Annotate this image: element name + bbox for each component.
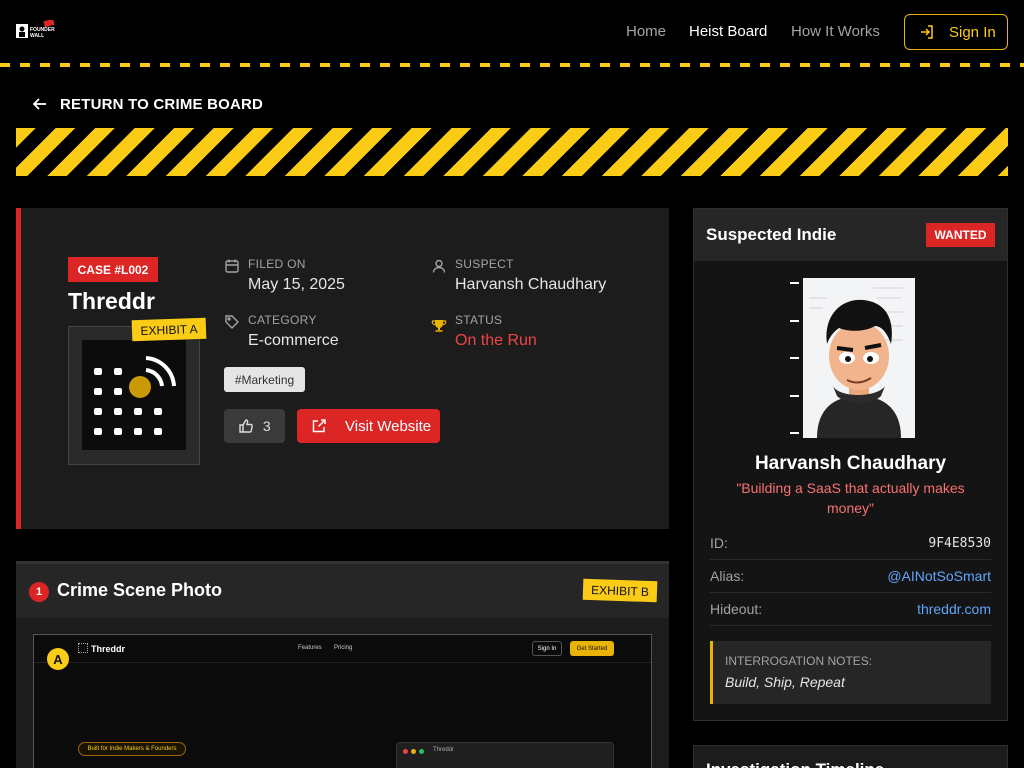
- tag-icon: [225, 315, 239, 329]
- sign-in-button[interactable]: Sign In: [904, 14, 1008, 50]
- status-label: STATUS: [455, 313, 503, 327]
- preview-window-close-dot: [403, 749, 408, 754]
- case-title: Threddr: [68, 288, 155, 314]
- section-number-badge: 1: [29, 582, 49, 602]
- visit-website-label: Visit Website: [345, 417, 432, 435]
- height-chart-tick: [790, 282, 799, 284]
- preview-pill: Built for Indie Makers & Founders: [78, 742, 186, 756]
- preview-brand: Threddr: [91, 644, 126, 654]
- calendar-icon: [225, 259, 239, 273]
- arrow-left-icon: [32, 98, 46, 110]
- nav-heist-board[interactable]: Heist Board: [689, 23, 767, 40]
- suspect-card-title: Suspected Indie: [706, 225, 837, 244]
- preview-window-title: Threddr: [433, 747, 455, 753]
- hideout-label: Hideout:: [710, 601, 763, 617]
- sign-in-label: Sign In: [949, 23, 996, 41]
- caution-tape-banner: [16, 128, 1008, 176]
- notes-label: INTERROGATION NOTES:: [725, 654, 873, 668]
- timeline-title: Investigation Timeline: [706, 760, 884, 768]
- suspect-avatar: [803, 278, 915, 438]
- preview-get-started: Get Started: [570, 641, 614, 656]
- interrogation-notes: INTERROGATION NOTES: Build, Ship, Repeat: [710, 641, 991, 704]
- case-number-badge: CASE #L002: [68, 257, 158, 282]
- exhibit-a-tag: EXHIBIT A: [131, 317, 207, 342]
- category-value: E-commerce: [248, 332, 339, 349]
- height-chart-tick: [790, 320, 799, 322]
- suspect-hideout-row: Hideout: threddr.com: [710, 593, 991, 626]
- preview-window-minimize-dot: [411, 749, 416, 754]
- preview-window: Threddr: [396, 742, 614, 768]
- height-chart-tick: [790, 432, 799, 434]
- return-link-label: RETURN TO CRIME BOARD: [60, 95, 264, 113]
- trophy-icon: [431, 320, 447, 332]
- user-icon: [432, 259, 446, 273]
- suspect-alias-row: Alias: @AINotSoSmart: [710, 560, 991, 593]
- height-chart-tick: [790, 395, 799, 397]
- wanted-badge: WANTED: [926, 223, 995, 247]
- sign-in-icon: [921, 25, 933, 39]
- founder-wall-logo[interactable]: FOUNDER WALL: [16, 18, 56, 42]
- like-count: 3: [262, 418, 271, 434]
- like-button[interactable]: 3: [224, 409, 285, 443]
- hideout-link[interactable]: threddr.com: [917, 601, 991, 617]
- visit-website-button[interactable]: Visit Website: [297, 409, 440, 443]
- threddr-app-icon: [82, 340, 186, 450]
- external-link-icon: [312, 419, 326, 433]
- alias-label: Alias:: [710, 568, 745, 584]
- suspect-id-row: ID: 9F4E8530: [710, 527, 991, 560]
- exhibit-b-tag: EXHIBIT B: [582, 578, 658, 603]
- preview-sign-in: Sign In: [532, 641, 562, 656]
- preview-window-maximize-dot: [419, 749, 424, 754]
- preview-nav-pricing: Pricing: [334, 645, 353, 651]
- marketing-tag[interactable]: #Marketing: [224, 367, 305, 392]
- filed-on-value: May 15, 2025: [248, 276, 345, 293]
- id-value: 9F4E8530: [928, 535, 991, 551]
- nav-home[interactable]: Home: [626, 23, 666, 40]
- suspect-value: Harvansh Chaudhary: [455, 276, 607, 293]
- suspect-label: SUSPECT: [455, 257, 514, 271]
- suspect-name: Harvansh Chaudhary: [754, 453, 947, 474]
- height-chart-tick: [790, 357, 799, 359]
- svg-text:WALL: WALL: [30, 33, 44, 39]
- alias-link[interactable]: @AINotSoSmart: [887, 568, 991, 584]
- thumbs-up-icon: [239, 419, 254, 433]
- website-screenshot[interactable]: Threddr Features Pricing Sign In Get Sta…: [33, 634, 652, 768]
- return-to-crime-board-link[interactable]: RETURN TO CRIME BOARD: [32, 94, 263, 114]
- notes-text: Build, Ship, Repeat: [725, 674, 845, 690]
- preview-nav-features: Features: [298, 645, 322, 651]
- nav-how-it-works[interactable]: How It Works: [791, 23, 880, 40]
- exhibit-marker-a: A: [47, 648, 69, 670]
- id-label: ID:: [710, 535, 728, 551]
- preview-logo-icon: [78, 643, 88, 653]
- header-dashed-divider: [0, 63, 1024, 67]
- category-label: CATEGORY: [248, 313, 317, 327]
- filed-on-label: FILED ON: [248, 257, 306, 271]
- suspect-quote: "Building a SaaS that actually makes mon…: [736, 480, 965, 516]
- crime-scene-title: Crime Scene Photo: [57, 580, 223, 600]
- status-value: On the Run: [455, 332, 537, 349]
